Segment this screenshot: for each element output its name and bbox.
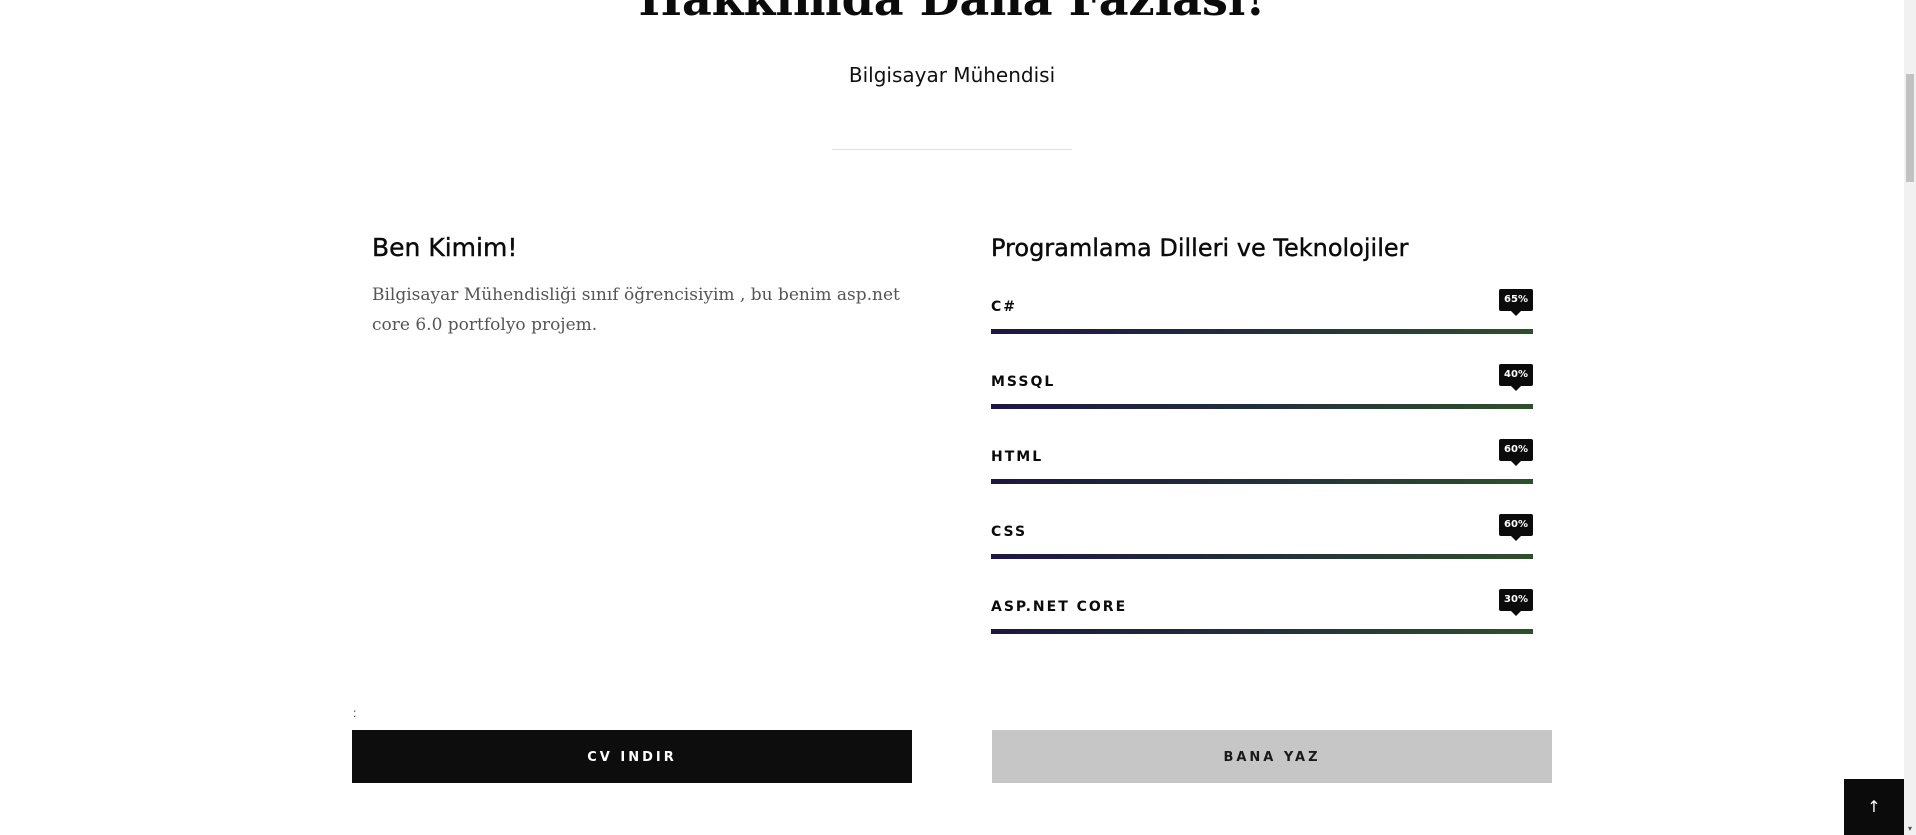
- skill-css: CSS 60%: [991, 514, 1533, 564]
- scroll-down-arrow-icon[interactable]: ▾: [1906, 825, 1914, 833]
- skill-name: MSSQL: [991, 374, 1056, 390]
- skill-percent-badge: 60%: [1499, 439, 1533, 466]
- about-section: Ben Kimim! Bilgisayar Mühendisliği sınıf…: [372, 230, 912, 340]
- skill-name: CSS: [991, 524, 1028, 540]
- title-divider: [832, 149, 1072, 150]
- skill-progress-bar: [991, 554, 1533, 559]
- download-cv-button[interactable]: CV INDIR: [352, 730, 912, 783]
- page-title: Hakkımda Daha Fazlası!: [0, 0, 1904, 28]
- skills-section: Programlama Dilleri ve Teknolojiler C# 6…: [991, 230, 1533, 634]
- skill-progress-bar: [991, 479, 1533, 484]
- skill-progress-bar: [991, 404, 1533, 409]
- stray-text: :: [353, 706, 357, 720]
- skill-percent-badge: 65%: [1499, 289, 1533, 316]
- page: Hakkımda Daha Fazlası! Bilgisayar Mühend…: [0, 0, 1916, 835]
- skill-percent-badge: 30%: [1499, 589, 1533, 616]
- skill-name: HTML: [991, 449, 1044, 465]
- skill-percent-badge: 60%: [1499, 514, 1533, 541]
- skill-mssql: MSSQL 40%: [991, 364, 1533, 414]
- page-scrollbar[interactable]: ▾: [1904, 0, 1916, 835]
- back-to-top-button[interactable]: ↑: [1844, 779, 1904, 835]
- arrow-up-icon: ↑: [1867, 797, 1881, 816]
- skill-html: HTML 60%: [991, 439, 1533, 489]
- skill-percent-badge: 40%: [1499, 364, 1533, 391]
- skill-aspnet-core: ASP.NET CORE 30%: [991, 589, 1533, 639]
- skills-heading: Programlama Dilleri ve Teknolojiler: [991, 234, 1409, 262]
- skill-name: ASP.NET CORE: [991, 599, 1128, 615]
- page-subtitle: Bilgisayar Mühendisi: [848, 63, 1056, 87]
- about-text: Bilgisayar Mühendisliği sınıf öğrencisiy…: [372, 285, 900, 335]
- skill-progress-bar: [991, 629, 1533, 634]
- about-heading: Ben Kimim!: [372, 233, 518, 262]
- skill-progress-bar: [991, 329, 1533, 334]
- scrollbar-thumb[interactable]: [1906, 74, 1914, 182]
- contact-me-button[interactable]: BANA YAZ: [992, 730, 1552, 783]
- skill-csharp: C# 65%: [991, 289, 1533, 339]
- skill-name: C#: [991, 299, 1018, 315]
